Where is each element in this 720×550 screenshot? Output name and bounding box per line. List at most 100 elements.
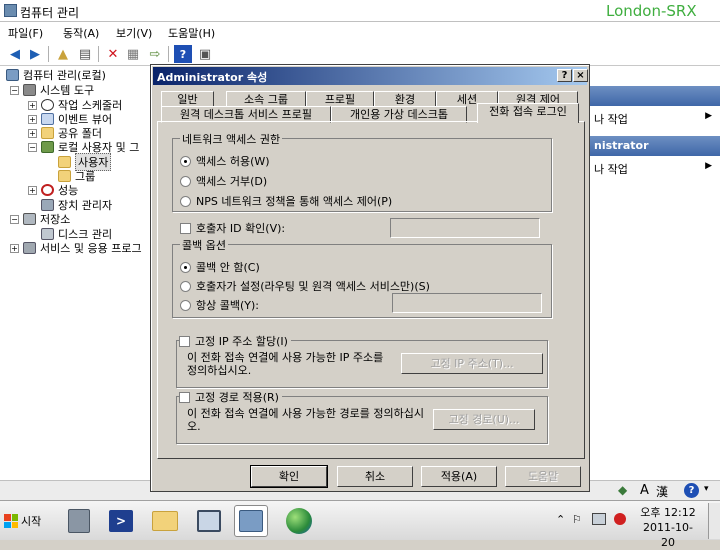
static-ip-groupbox: 고정 IP 주소 할당(I) 이 전화 접속 연결에 사용 가능한 IP 주소를… <box>176 333 548 388</box>
checkbox-verify-caller-id[interactable]: 호출자 ID 확인(V): <box>180 220 285 236</box>
ok-button[interactable]: 확인 <box>250 465 328 488</box>
menu-help[interactable]: 도움말(H) <box>168 25 215 41</box>
checkbox[interactable] <box>179 335 190 347</box>
tree-item-local-users-groups[interactable]: − 로컬 사용자 및 그 <box>28 140 139 154</box>
help-icon[interactable]: ? <box>174 45 192 63</box>
clock[interactable]: 오후 12:12 2011-10-20 <box>638 505 698 550</box>
forward-arrow-icon[interactable]: ▶ <box>26 45 44 63</box>
checkbox-label: 고정 IP 주소 할당(I) <box>195 335 288 348</box>
radio-allow-access[interactable]: 액세스 허용(W) <box>180 153 270 169</box>
submenu-arrow-icon: ▶ <box>705 161 712 171</box>
tree-item-event-viewer[interactable]: + 이벤트 뷰어 <box>28 112 112 126</box>
caller-id-field[interactable] <box>390 218 540 238</box>
help-icon[interactable]: ? <box>684 483 699 498</box>
expand-icon[interactable]: + <box>28 114 37 124</box>
back-arrow-icon[interactable]: ◀ <box>6 45 24 63</box>
internet-globe-icon[interactable] <box>282 505 316 537</box>
tab-dial-in[interactable]: 전화 접속 로그인 <box>477 103 579 123</box>
radio-button-checked[interactable] <box>180 261 191 273</box>
expand-icon[interactable]: + <box>28 100 37 110</box>
radio-always-callback[interactable]: 항상 콜백(Y): <box>180 297 259 313</box>
show-desktop-button[interactable] <box>708 503 720 539</box>
radio-button[interactable] <box>180 299 191 311</box>
delete-icon[interactable]: ✕ <box>104 45 122 63</box>
show-hide-tree-icon[interactable]: ▤ <box>76 45 94 63</box>
radio-button-checked[interactable] <box>180 155 191 167</box>
expand-icon[interactable]: + <box>10 243 19 253</box>
start-button[interactable]: 시작 <box>0 505 48 537</box>
tree-item-device-manager[interactable]: 장치 관리자 <box>41 198 112 212</box>
menu-action[interactable]: 동작(A) <box>63 25 99 41</box>
tree-item-services-apps[interactable]: + 서비스 및 응용 프로그 <box>10 241 142 255</box>
network-access-title: 네트워크 액세스 권한 <box>180 131 283 147</box>
tree-item-system-tools[interactable]: − 시스템 도구 <box>10 83 94 97</box>
tree-item-storage[interactable]: − 저장소 <box>10 212 70 226</box>
callback-number-field[interactable] <box>392 293 542 313</box>
menu-file[interactable]: 파일(F) <box>8 25 43 41</box>
show-hidden-icons-icon[interactable]: ⌃ <box>556 513 565 526</box>
radio-nps-policy[interactable]: NPS 네트워크 정책을 통해 액세스 제어(P) <box>180 193 392 209</box>
powershell-icon[interactable]: > <box>104 505 138 537</box>
language-bar-icon[interactable]: ◆ <box>618 483 627 497</box>
static-ip-button[interactable]: 고정 IP 주소(T)... <box>401 353 543 374</box>
checkbox[interactable] <box>179 391 190 403</box>
properties-dialog: Administrator 속성 ? × 일반 소속 그룹 프로필 환경 세션 … <box>150 64 590 492</box>
radio-no-callback[interactable]: 콜백 안 함(C) <box>180 259 260 275</box>
up-folder-icon[interactable]: ▲ <box>54 45 72 63</box>
properties-icon[interactable]: ▦ <box>124 45 142 63</box>
taskbar: 시작 > ⌃ ⚐ 오후 12:12 2011-10-20 <box>0 500 720 549</box>
tree-item-computer-management[interactable]: 컴퓨터 관리(로컬) <box>6 68 106 82</box>
options-arrow-icon[interactable]: ▾ <box>704 484 709 494</box>
tree-item-task-scheduler[interactable]: + 작업 스케줄러 <box>28 98 122 112</box>
hanja-icon[interactable]: 漢 <box>656 483 668 500</box>
help-caption-button[interactable]: ? <box>557 69 572 82</box>
apply-button[interactable]: 적용(A) <box>421 466 497 487</box>
disk-icon <box>41 228 54 240</box>
toolbar-separator <box>98 46 99 62</box>
expand-icon[interactable]: + <box>28 185 37 195</box>
checkbox-apply-static-routes[interactable]: 고정 경로 적용(R) <box>179 389 282 405</box>
volume-muted-icon[interactable] <box>614 513 626 525</box>
action-label: 나 작업 <box>594 163 628 176</box>
menu-bar: 파일(F) 동작(A) 보기(V) 도움말(H) <box>0 22 720 42</box>
radio-button[interactable] <box>180 280 191 292</box>
ime-mode-icon[interactable]: A <box>640 483 649 498</box>
action-center-flag-icon[interactable]: ⚐ <box>572 513 582 526</box>
static-routes-button[interactable]: 고정 경로(U)... <box>433 409 535 430</box>
export-list-icon[interactable]: ⇨ <box>146 45 164 63</box>
action-label: 나 작업 <box>594 113 628 126</box>
tree-item-performance[interactable]: + 성능 <box>28 183 78 197</box>
network-tray-icon[interactable] <box>592 513 606 525</box>
radio-button[interactable] <box>180 175 191 187</box>
network-icon[interactable] <box>192 505 226 537</box>
radio-button[interactable] <box>180 195 191 207</box>
collapse-icon[interactable]: − <box>10 214 19 224</box>
tree-item-disk-management[interactable]: 디스크 관리 <box>41 227 112 241</box>
callback-groupbox: 콜백 옵션 콜백 안 함(C) 호출자가 설정(라우팅 및 원격 액세스 서비스… <box>172 237 552 318</box>
checkbox[interactable] <box>180 222 191 234</box>
help-button[interactable]: 도움말 <box>505 466 581 487</box>
tree-item-users[interactable]: 사용자 <box>58 153 112 171</box>
radio-label: 콜백 안 함(C) <box>196 261 260 274</box>
explorer-folder-icon[interactable] <box>148 505 182 537</box>
computer-management-task-icon[interactable] <box>234 505 268 537</box>
action-more-actions[interactable]: 나 작업 ▶ <box>588 109 720 127</box>
radio-deny-access[interactable]: 액세스 거부(D) <box>180 173 267 189</box>
collapse-icon[interactable]: − <box>10 85 19 95</box>
radio-label: 액세스 허용(W) <box>196 155 270 168</box>
close-button[interactable]: × <box>573 69 588 82</box>
action-more-actions-user[interactable]: 나 작업 ▶ <box>588 159 720 177</box>
tree-item-groups[interactable]: 그룹 <box>58 169 95 183</box>
cancel-button[interactable]: 취소 <box>337 466 413 487</box>
expand-icon[interactable]: + <box>28 128 37 138</box>
performance-icon <box>41 184 54 196</box>
checkbox-assign-static-ip[interactable]: 고정 IP 주소 할당(I) <box>179 333 291 349</box>
show-action-pane-icon[interactable]: ▣ <box>196 45 214 63</box>
collapse-icon[interactable]: − <box>28 142 37 152</box>
clock-date: 2011-10-20 <box>643 521 693 549</box>
tree-item-shared-folders[interactable]: + 공유 폴더 <box>28 126 102 140</box>
main-window-title: 컴퓨터 관리 <box>20 6 80 20</box>
menu-view[interactable]: 보기(V) <box>116 25 152 41</box>
radio-set-by-caller[interactable]: 호출자가 설정(라우팅 및 원격 액세스 서비스만)(S) <box>180 278 430 294</box>
server-manager-icon[interactable] <box>62 505 96 537</box>
